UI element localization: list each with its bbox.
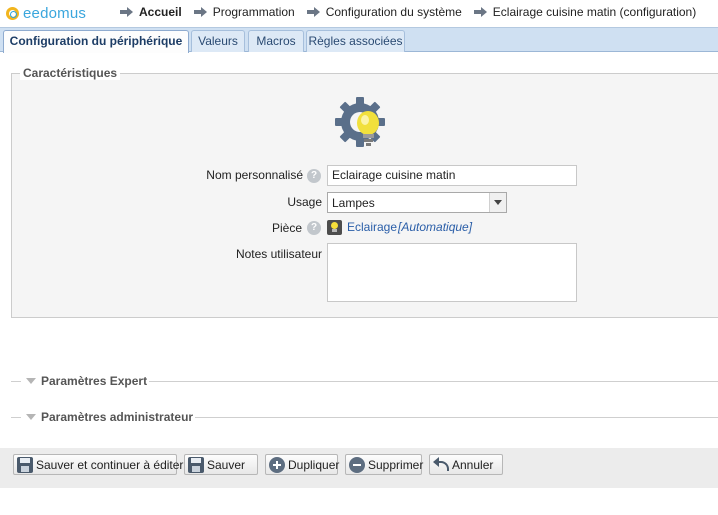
arrow-right-icon bbox=[193, 7, 208, 17]
eedomus-logo[interactable]: eedomus bbox=[6, 3, 86, 23]
save-label: Sauver bbox=[207, 457, 246, 472]
save-button[interactable]: Sauver bbox=[184, 454, 258, 475]
room-mode: [Automatique] bbox=[398, 220, 473, 234]
logo-icon bbox=[6, 6, 19, 20]
help-icon[interactable]: ? bbox=[307, 169, 321, 183]
usage-select[interactable]: Lampes bbox=[327, 192, 507, 213]
save-icon bbox=[17, 456, 33, 473]
save-continue-label: Sauver et continuer à éditer bbox=[36, 457, 184, 472]
breadcrumb-current-device: Eclairage cuisine matin (configuration) bbox=[473, 5, 697, 19]
cancel-button[interactable]: Annuler bbox=[429, 454, 503, 475]
delete-label: Supprimer bbox=[368, 457, 424, 472]
characteristics-legend: Caractéristiques bbox=[20, 66, 121, 80]
cancel-label: Annuler bbox=[452, 457, 494, 472]
chevron-down-icon bbox=[26, 414, 36, 420]
delete-button[interactable]: Supprimer bbox=[345, 454, 424, 475]
breadcrumb-label: Configuration du système bbox=[325, 5, 462, 19]
save-icon bbox=[188, 456, 204, 473]
plus-icon bbox=[269, 456, 285, 473]
action-bar: Sauver et continuer à éditer Sauver Dupl… bbox=[0, 448, 718, 488]
breadcrumb-label: Eclairage cuisine matin (configuration) bbox=[492, 5, 697, 19]
name-label: Nom personnalisé bbox=[206, 168, 303, 182]
breadcrumb-configuration-systeme[interactable]: Configuration du système bbox=[306, 5, 462, 19]
room-link[interactable]: Eclairage bbox=[347, 220, 397, 234]
breadcrumb: Accueil Programmation Configuration du s… bbox=[120, 5, 708, 19]
usage-select-value: Lampes bbox=[332, 196, 375, 210]
arrow-right-icon bbox=[473, 7, 488, 17]
minus-icon bbox=[349, 456, 365, 473]
tab-regles-associees[interactable]: Règles associées bbox=[306, 30, 405, 52]
tab-valeurs[interactable]: Valeurs bbox=[191, 30, 245, 52]
undo-icon bbox=[433, 456, 449, 473]
section-admin[interactable]: Paramètres administrateur bbox=[11, 410, 718, 424]
duplicate-button[interactable]: Dupliquer bbox=[265, 454, 340, 475]
section-expert-label: Paramètres Expert bbox=[41, 374, 152, 388]
help-icon[interactable]: ? bbox=[307, 221, 321, 235]
chevron-down-icon bbox=[26, 378, 36, 384]
notes-label: Notes utilisateur bbox=[235, 247, 322, 261]
section-admin-label: Paramètres administrateur bbox=[41, 410, 198, 424]
top-bar: eedomus Accueil Programmation Configurat… bbox=[0, 0, 718, 26]
arrow-right-icon bbox=[306, 7, 321, 17]
chevron-down-icon[interactable] bbox=[489, 193, 506, 212]
notes-textarea[interactable] bbox=[327, 243, 577, 302]
lightbulb-room-icon bbox=[327, 220, 342, 235]
section-expert[interactable]: Paramètres Expert bbox=[11, 374, 718, 388]
gear-lightbulb-icon bbox=[335, 97, 385, 147]
breadcrumb-programmation[interactable]: Programmation bbox=[193, 5, 295, 19]
duplicate-label: Dupliquer bbox=[288, 457, 340, 472]
name-input[interactable]: Eclairage cuisine matin bbox=[327, 165, 577, 186]
logo-text: eedomus bbox=[23, 4, 87, 22]
tab-configuration-peripherique[interactable]: Configuration du périphérique bbox=[3, 30, 189, 53]
breadcrumb-label: Accueil bbox=[139, 5, 182, 19]
save-continue-button[interactable]: Sauver et continuer à éditer bbox=[13, 454, 183, 475]
tab-bar: Configuration du périphérique Valeurs Ma… bbox=[0, 27, 718, 53]
tab-macros[interactable]: Macros bbox=[248, 30, 304, 52]
usage-label: Usage bbox=[287, 195, 322, 209]
arrow-right-icon bbox=[120, 7, 134, 17]
breadcrumb-label: Programmation bbox=[212, 5, 295, 19]
room-label: Pièce bbox=[271, 221, 302, 235]
breadcrumb-accueil[interactable]: Accueil bbox=[120, 5, 182, 19]
